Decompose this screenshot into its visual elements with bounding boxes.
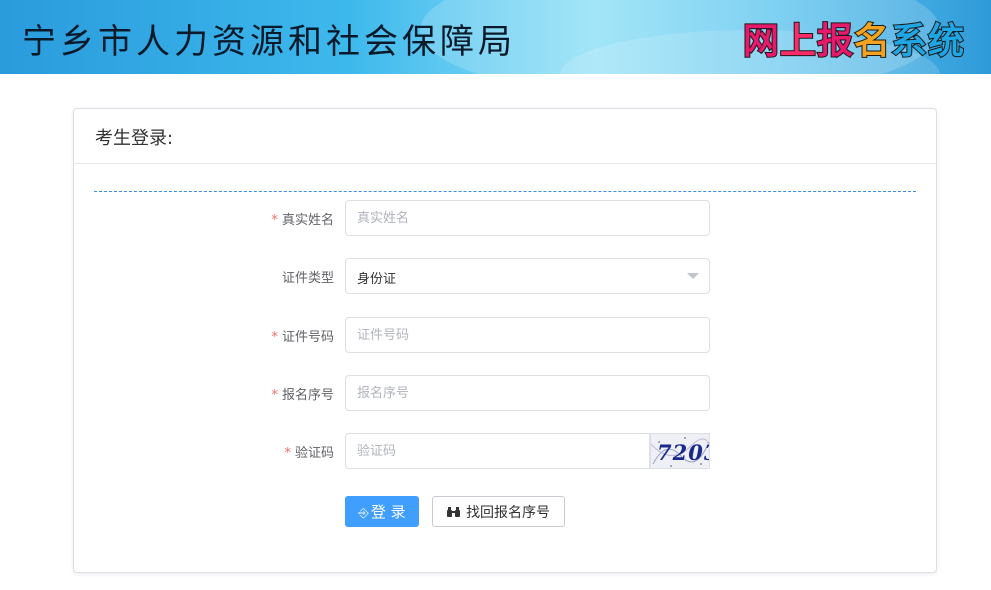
id-number-label: * 证件号码: [271, 326, 334, 345]
form-row-id-type: 证件类型 身份证: [74, 258, 938, 294]
panel-title: 考生登录:: [74, 109, 936, 164]
captcha-text: 7203: [657, 440, 709, 465]
reg-number-label: * 报名序号: [271, 384, 334, 403]
required-mark: *: [271, 213, 278, 228]
id-number-input[interactable]: [345, 317, 710, 353]
login-icon: ⎆: [358, 506, 369, 521]
name-input[interactable]: [345, 200, 710, 236]
login-button[interactable]: ⎆ 登 录: [345, 496, 419, 527]
label-text: 验证码: [294, 446, 334, 461]
id-type-select[interactable]: 身份证: [345, 258, 710, 294]
slogan-char: 统: [927, 20, 965, 63]
login-button-label: 登 录: [370, 503, 406, 521]
slogan-char: 系: [890, 20, 928, 63]
id-type-label: 证件类型: [282, 267, 334, 286]
form-row-id-number: * 证件号码: [74, 317, 938, 353]
slogan-char: 上: [779, 20, 817, 63]
label-text: 真实姓名: [281, 213, 334, 228]
form-row-name: * 真实姓名: [74, 200, 938, 236]
form-row-reg-number: * 报名序号: [74, 375, 938, 411]
binoculars-icon: [446, 506, 464, 521]
required-mark: *: [284, 446, 291, 461]
site-slogan-logo: 网上报名系统: [742, 12, 965, 64]
divider: [94, 191, 916, 192]
label-text: 证件类型: [281, 271, 334, 286]
slogan-char: 名: [853, 20, 891, 63]
slogan-char: 网: [742, 20, 780, 63]
captcha-label: * 验证码: [284, 442, 334, 461]
label-text: 证件号码: [281, 330, 334, 345]
header-banner: 宁乡市人力资源和社会保障局 网上报名系统: [0, 0, 991, 74]
select-value: 身份证: [357, 272, 397, 287]
required-mark: *: [271, 330, 278, 345]
chevron-down-icon: [687, 273, 699, 279]
label-text: 报名序号: [281, 388, 334, 403]
captcha-image[interactable]: 7203: [650, 433, 710, 469]
form-row-captcha: *验证码 7203: [74, 433, 938, 469]
slogan-char: 报: [816, 20, 854, 63]
name-label: * 真实姓名: [271, 209, 334, 228]
required-mark: *: [271, 388, 278, 403]
captcha-input[interactable]: [345, 433, 650, 469]
login-panel: 考生登录: *真实姓名 证件类型 身份证 *证件号码 *报名序号 *验证码: [73, 108, 937, 573]
recover-button-label: 找回报名序号: [466, 504, 551, 521]
site-title: 宁乡市人力资源和社会保障局: [22, 22, 516, 62]
reg-number-input[interactable]: [345, 375, 710, 411]
recover-reg-number-button[interactable]: 找回报名序号: [432, 496, 565, 527]
